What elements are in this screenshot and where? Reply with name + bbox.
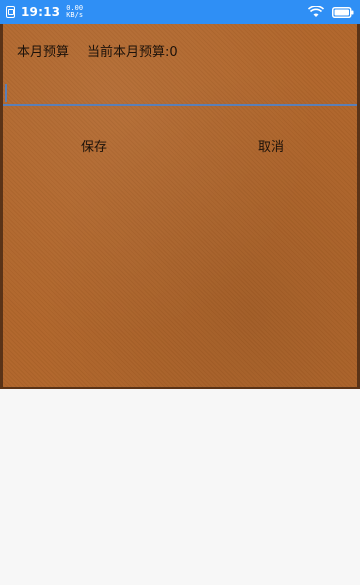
- status-bar-right: [308, 6, 354, 18]
- status-time: 19:13: [21, 5, 61, 19]
- budget-row: 本月预算 当前本月预算:0: [17, 41, 178, 60]
- battery-icon: [332, 6, 354, 18]
- monthly-budget-label: 本月预算: [17, 45, 70, 60]
- text-cursor: [5, 84, 7, 102]
- empty-background: [0, 389, 360, 585]
- current-budget-label: 当前本月预算:0: [87, 45, 178, 60]
- network-speed-unit: KB/s: [66, 11, 84, 19]
- status-bar: 19:13 0.00 KB/s: [0, 0, 360, 24]
- budget-input[interactable]: [3, 80, 357, 106]
- sim-icon: [6, 6, 15, 18]
- save-button[interactable]: 保存: [81, 136, 107, 155]
- budget-input-wrap: [3, 80, 357, 106]
- wifi-icon: [308, 6, 324, 18]
- status-bar-left: 19:13 0.00 KB/s: [6, 5, 83, 19]
- network-speed: 0.00 KB/s: [66, 5, 83, 19]
- budget-card: 本月预算 当前本月预算:0 保存 取消: [0, 24, 360, 389]
- cancel-button[interactable]: 取消: [258, 136, 284, 155]
